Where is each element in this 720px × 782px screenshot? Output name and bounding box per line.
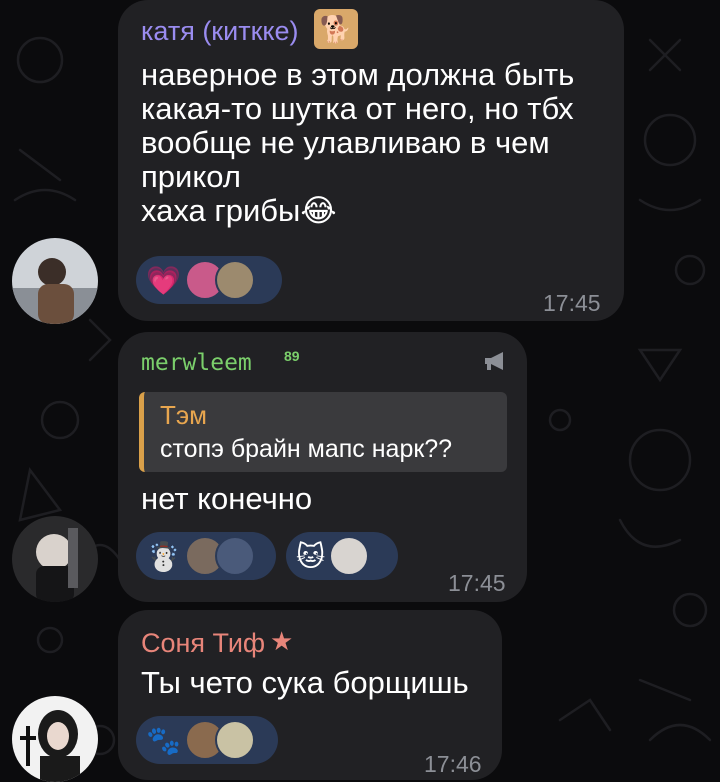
reaction-pill[interactable]: 🐱 [286, 532, 398, 580]
message-time: 17:46 [424, 751, 482, 777]
laughing-emoji-icon: 😂 [300, 193, 337, 228]
avatar[interactable] [12, 238, 98, 324]
cat-reaction-icon: 🐱 [296, 540, 326, 572]
reply-quote[interactable]: Тэм стопэ брайн мапс нарк?? [139, 392, 507, 472]
sender-sticker-icon: 🐕 [314, 9, 358, 49]
reactor-avatar [214, 720, 255, 760]
message-time: 17:45 [543, 290, 601, 316]
reactor-avatar [214, 260, 255, 300]
message-bubble[interactable]: катя (киткке) 🐕 наверное в этом должна б… [118, 0, 624, 321]
avatar[interactable] [12, 696, 98, 782]
quote-text: стопэ брайн мапс нарк?? [160, 435, 453, 463]
message-text-content: наверное в этом должна быть какая-то шут… [141, 57, 575, 228]
sender-name[interactable]: merwleem [141, 350, 252, 376]
sender-name[interactable]: Соня Тиф [141, 628, 265, 659]
snowman-reaction-icon: ☃️ [146, 540, 181, 572]
paw-reaction-icon: 🐾 [146, 724, 181, 756]
message-time: 17:45 [448, 570, 506, 596]
star-icon: ★ [270, 626, 294, 656]
message-text: нет конечно [141, 481, 313, 516]
sender-badge: 89 [284, 348, 300, 364]
megaphone-icon[interactable] [483, 350, 509, 377]
quote-author: Тэм [160, 400, 208, 430]
message-bubble[interactable]: merwleem 89 Тэм стопэ брайн мапс нарк?? … [118, 332, 527, 602]
reactor-avatar [214, 536, 255, 576]
avatar[interactable] [12, 516, 98, 602]
reaction-pill[interactable]: 💗 [136, 256, 282, 304]
sender-name[interactable]: катя (киткке) [141, 16, 299, 47]
message-text: наверное в этом должна быть какая-то шут… [141, 58, 611, 228]
message-text: Ты чето сука борщишь [141, 665, 469, 700]
reaction-pill[interactable]: ☃️ [136, 532, 276, 580]
heart-reaction-icon: 💗 [146, 264, 181, 296]
reaction-pill[interactable]: 🐾 [136, 716, 278, 764]
message-bubble[interactable]: Соня Тиф ★ Ты чето сука борщишь 🐾 17:46 [118, 610, 502, 780]
reactor-avatar [329, 536, 370, 576]
